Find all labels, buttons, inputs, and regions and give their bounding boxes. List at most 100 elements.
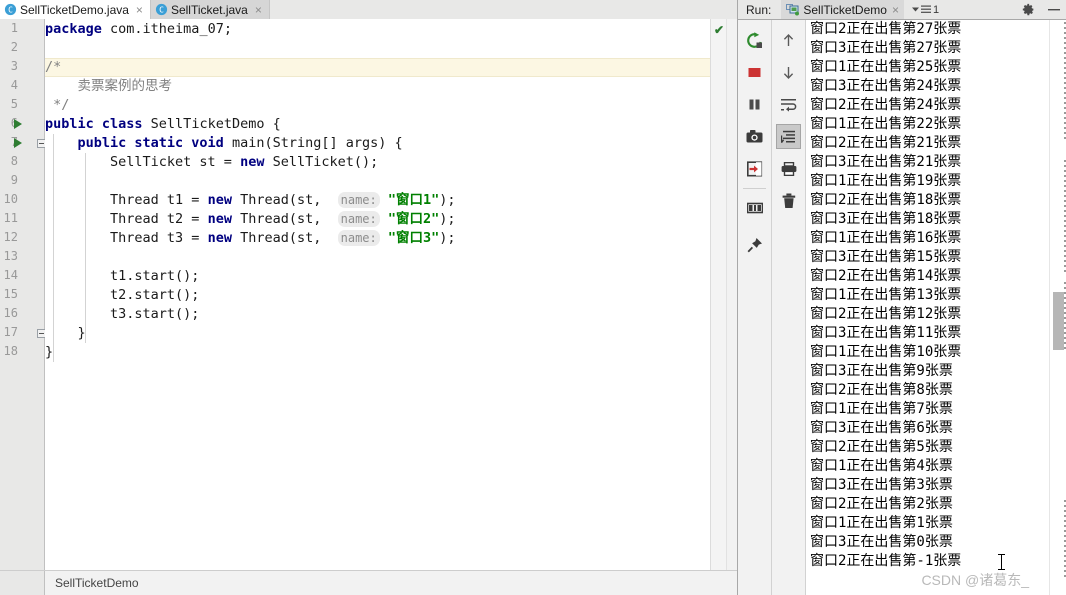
code-token-kw: new bbox=[207, 192, 232, 208]
toolbar-separator bbox=[743, 188, 766, 189]
arrow-down-icon[interactable] bbox=[776, 60, 801, 85]
status-bar: SellTicketDemo bbox=[0, 570, 737, 595]
editor-tab-2[interactable]: C SellTicket.java × bbox=[150, 0, 270, 19]
editor-tab-label: SellTicket.java bbox=[170, 2, 248, 17]
code-token-plain: ); bbox=[439, 211, 456, 227]
line-number: 2 bbox=[10, 40, 18, 54]
editor-tab-1[interactable]: C SellTicketDemo.java × bbox=[0, 0, 151, 19]
code-token-str: "窗口1" bbox=[387, 192, 440, 208]
chevron-down-icon bbox=[911, 6, 919, 13]
gutter-row[interactable]: 3 bbox=[0, 58, 44, 77]
code-line: Thread t1 = new Thread(st, name: "窗口1"); bbox=[45, 191, 456, 210]
code-line: t3.start(); bbox=[45, 305, 199, 324]
status-bar-gutter-block bbox=[0, 571, 45, 595]
run-tool-header: Run: SellTicketDemo × 1 bbox=[738, 0, 1066, 20]
svg-text:C: C bbox=[159, 6, 164, 15]
close-icon[interactable]: × bbox=[135, 4, 144, 16]
camera-icon[interactable] bbox=[742, 124, 767, 149]
code-token-plain: } bbox=[45, 325, 86, 341]
code-token-plain: SellTicketDemo { bbox=[142, 116, 281, 132]
run-tool-window: Run: SellTicketDemo × 1 窗口2正在出售第27张票 窗口3… bbox=[737, 0, 1066, 595]
gutter-row[interactable]: 15 bbox=[0, 286, 44, 305]
console-line: 窗口3正在出售第9张票 bbox=[810, 363, 953, 379]
editor-gutter[interactable]: 1 2 3 4 5 6 7 8 9 10 11 12 13 14 15 16 17 18 bbox=[0, 19, 46, 571]
gutter-row[interactable]: 2 bbox=[0, 39, 44, 58]
line-number: 16 bbox=[3, 306, 18, 320]
console-filter-control[interactable]: 1 bbox=[911, 3, 940, 16]
gutter-row[interactable]: 1 bbox=[0, 20, 44, 39]
gutter-row[interactable]: 10 bbox=[0, 191, 44, 210]
code-token-hint: name: bbox=[337, 211, 380, 227]
code-token-kw: public static void bbox=[77, 135, 224, 151]
code-token-cmt: */ bbox=[45, 97, 70, 113]
code-surface[interactable]: package com.itheima_07; /* 卖票案例的思考 */ publ… bbox=[45, 19, 710, 571]
gutter-row[interactable]: 18 bbox=[0, 343, 44, 362]
pin-icon[interactable] bbox=[742, 232, 767, 257]
trash-icon[interactable] bbox=[776, 188, 801, 213]
scroll-to-end-icon[interactable] bbox=[776, 124, 801, 149]
gutter-row[interactable]: 4 bbox=[0, 77, 44, 96]
stop-icon[interactable] bbox=[742, 60, 767, 85]
code-token-plain: Thread(st, bbox=[231, 192, 338, 208]
gutter-row[interactable]: 16 bbox=[0, 305, 44, 324]
tab-bar-filler bbox=[269, 0, 737, 19]
console-line: 窗口1正在出售第7张票 bbox=[810, 401, 953, 417]
gutter-row[interactable]: 14 bbox=[0, 267, 44, 286]
gutter-row[interactable]: 17 bbox=[0, 324, 46, 343]
watermark: CSDN @诸葛东_ bbox=[921, 572, 1029, 588]
gutter-row[interactable]: 11 bbox=[0, 210, 44, 229]
exit-icon[interactable] bbox=[742, 156, 767, 181]
console-line: 窗口1正在出售第25张票 bbox=[810, 59, 962, 75]
gutter-row[interactable]: 8 bbox=[0, 153, 44, 172]
gutter-row[interactable]: 5 bbox=[0, 96, 44, 115]
print-icon[interactable] bbox=[776, 156, 801, 181]
code-line: public static void main(String[] args) { bbox=[45, 134, 403, 153]
gutter-row[interactable]: 6 bbox=[0, 115, 44, 134]
console-line: 窗口3正在出售第18张票 bbox=[810, 211, 962, 227]
pause-icon[interactable] bbox=[742, 92, 767, 117]
layout-icon[interactable] bbox=[742, 195, 767, 220]
run-configuration-tab[interactable]: SellTicketDemo × bbox=[781, 0, 904, 19]
inspection-ok-icon: ✔ bbox=[714, 23, 725, 37]
code-token-plain: main(String[] args) { bbox=[223, 135, 403, 151]
console-output[interactable]: 窗口2正在出售第27张票 窗口3正在出售第27张票 窗口1正在出售第25张票 窗口3正… bbox=[806, 20, 1049, 595]
code-token-plain: Thread t3 = bbox=[45, 230, 208, 246]
inspection-strip[interactable]: ✔ bbox=[710, 19, 727, 571]
code-line: package com.itheima_07; bbox=[45, 20, 232, 39]
console-line: 窗口3正在出售第0张票 bbox=[810, 534, 953, 550]
close-icon[interactable]: × bbox=[254, 4, 263, 16]
line-number: 13 bbox=[3, 249, 18, 263]
settings-gear-icon[interactable] bbox=[1022, 3, 1035, 16]
filter-count: 1 bbox=[932, 3, 940, 16]
console-scrollbar[interactable] bbox=[1049, 20, 1066, 595]
console-scrollbar-thumb[interactable] bbox=[1053, 292, 1064, 350]
java-class-icon: C bbox=[4, 3, 17, 16]
gutter-row[interactable]: 12 bbox=[0, 229, 44, 248]
console-line: 窗口3正在出售第3张票 bbox=[810, 477, 953, 493]
minimize-icon[interactable] bbox=[1047, 3, 1061, 16]
run-gutter-icon[interactable] bbox=[14, 119, 22, 129]
line-number: 4 bbox=[10, 78, 18, 92]
line-number: 10 bbox=[3, 192, 18, 206]
console-line: 窗口2正在出售第27张票 bbox=[810, 21, 962, 37]
line-number: 15 bbox=[3, 287, 18, 301]
caret-line-highlight bbox=[45, 58, 710, 77]
console-line: 窗口1正在出售第1张票 bbox=[810, 515, 953, 531]
console-line: 窗口3正在出售第15张票 bbox=[810, 249, 962, 265]
console-line: 窗口1正在出售第13张票 bbox=[810, 287, 962, 303]
run-gutter-icon[interactable] bbox=[14, 138, 22, 148]
close-icon[interactable]: × bbox=[892, 3, 899, 17]
editor-tab-bar: C SellTicketDemo.java × C SellTicket.java × bbox=[0, 0, 737, 20]
code-token-plain: Thread(st, bbox=[231, 211, 338, 227]
console-line: 窗口2正在出售第2张票 bbox=[810, 496, 953, 512]
arrow-up-icon[interactable] bbox=[776, 28, 801, 53]
gutter-row[interactable]: 13 bbox=[0, 248, 44, 267]
rerun-icon[interactable] bbox=[742, 28, 767, 53]
line-number: 5 bbox=[10, 97, 18, 111]
gutter-row[interactable]: 7 bbox=[0, 134, 46, 153]
soft-wrap-icon[interactable] bbox=[776, 92, 801, 117]
line-number: 12 bbox=[3, 230, 18, 244]
console-line: 窗口1正在出售第16张票 bbox=[810, 230, 962, 246]
gutter-row[interactable]: 9 bbox=[0, 172, 44, 191]
